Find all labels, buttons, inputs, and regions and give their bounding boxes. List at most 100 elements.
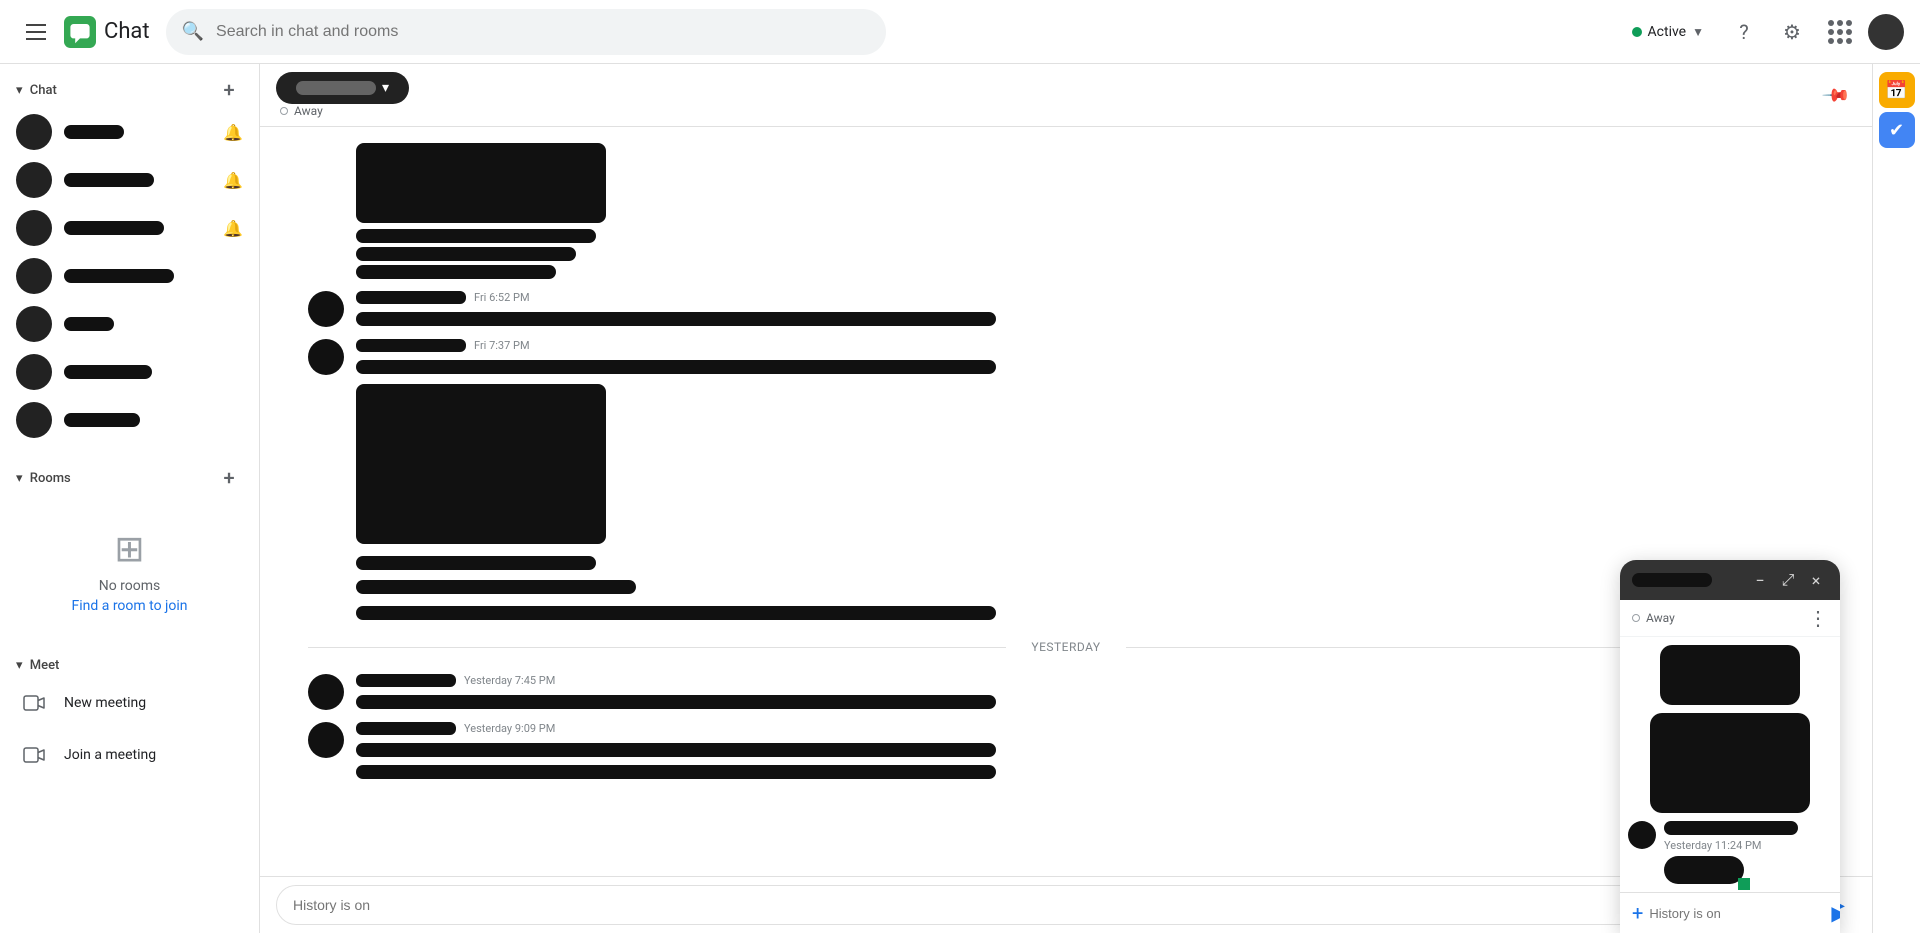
help-icon: ? [1739,20,1748,44]
popup-message-row: Yesterday 11:24 PM [1628,821,1832,884]
message-content: Yesterday 9:09 PM [356,722,1824,779]
chat-item[interactable] [0,252,259,300]
message-bar [356,743,996,757]
message-avatar [308,674,344,710]
gear-icon: ⚙ [1783,20,1801,44]
message-bar [356,606,996,620]
message-bar [356,580,636,594]
popup-title [1632,573,1712,587]
chevron-icon: ▾ [16,471,23,486]
new-meeting-icon [16,685,52,721]
tasks-icon: ✔ [1889,120,1904,141]
message-image [356,384,606,544]
join-meeting-item[interactable]: Join a meeting [0,729,259,781]
message-avatar [308,291,344,327]
popup-close-button[interactable]: × [1804,568,1828,592]
join-meeting-label: Join a meeting [64,747,156,763]
grid-icon [1828,20,1852,44]
popup-minimize-button[interactable]: − [1748,568,1772,592]
chevron-down-icon: ▼ [1692,25,1704,39]
active-status-button[interactable]: Active ▼ [1620,18,1716,46]
top-nav: Chat 🔍 Active ▼ ? ⚙ [0,0,1920,64]
popup-fullscreen-button[interactable]: ⤢ [1776,568,1800,592]
side-icons: 📅 ✔ [1872,64,1920,933]
calendar-side-button[interactable]: 📅 [1879,72,1915,108]
chat-item[interactable] [0,348,259,396]
chat-name [64,125,124,139]
avatar [16,162,52,198]
message-content: Yesterday 7:45 PM [356,674,1824,709]
contact-name-button[interactable]: ▾ [276,72,409,104]
rooms-section-header: ▾ Rooms + [0,452,259,496]
message-header: Fri 7:37 PM [356,339,1824,352]
chat-name [64,173,154,187]
find-room-link[interactable]: Find a room to join [71,598,187,614]
message-bar [356,312,996,326]
message-content: Fri 6:52 PM [356,291,1824,326]
chat-item[interactable]: 🔔 [0,204,259,252]
message-row: Yesterday 9:09 PM [308,722,1824,779]
message-input[interactable] [276,885,1652,925]
message-block [356,606,1824,620]
rooms-section-label: ▾ Rooms [16,471,71,486]
message-sender [356,291,466,304]
notification-bell-icon: 🔔 [223,171,243,190]
menu-button[interactable] [16,12,56,52]
meet-section-header: ▾ Meet [0,646,259,677]
meet-section-label: ▾ Meet [16,658,59,673]
message-content: Fri 7:37 PM [356,339,1824,594]
message-time: Fri 7:37 PM [474,339,530,352]
message-bar [356,247,576,261]
help-button[interactable]: ? [1724,12,1764,52]
new-meeting-label: New meeting [64,695,146,711]
message-avatar [308,339,344,375]
message-bar [356,765,996,779]
add-chat-button[interactable]: + [215,76,243,104]
popup-away-label: Away [1646,611,1675,625]
pin-icon: 📌 [1821,80,1852,111]
chat-name [64,269,174,283]
calendar-icon: 📅 [1885,80,1907,101]
chevron-icon: ▾ [16,83,23,98]
nav-right: Active ▼ ? ⚙ [1620,12,1904,52]
popup-message-block [1660,645,1800,705]
popup-message-input[interactable] [1649,906,1825,921]
message-time: Yesterday 7:45 PM [464,674,555,687]
message-bar [356,229,596,243]
apps-button[interactable] [1820,12,1860,52]
chevron-down-icon: ▾ [382,80,389,96]
message-header: Fri 6:52 PM [356,291,1824,304]
search-bar[interactable]: 🔍 [166,9,886,55]
chat-name [64,221,164,235]
popup-add-button[interactable]: + [1632,901,1643,925]
chat-item[interactable] [0,396,259,444]
avatar[interactable] [1868,14,1904,50]
popup-more-button[interactable]: ⋮ [1808,606,1828,630]
no-rooms-text: No rooms [99,578,161,594]
new-meeting-item[interactable]: New meeting [0,677,259,729]
chat-item[interactable]: 🔔 [0,156,259,204]
away-label: Away [294,104,323,118]
away-status: Away [280,104,409,118]
chat-name [64,365,152,379]
chat-item[interactable]: 🔔 [0,108,259,156]
popup-away-dot [1632,614,1640,622]
message-row: Fri 7:37 PM [308,339,1824,594]
popup-messages[interactable]: Yesterday 11:24 PM [1620,637,1840,892]
add-room-button[interactable]: + [215,464,243,492]
popup-message-bar [1664,821,1798,835]
active-label: Active [1648,24,1687,40]
pin-button[interactable]: 📌 [1816,75,1856,115]
message-time: Yesterday 9:09 PM [464,722,555,735]
sidebar: ▾ Chat + 🔔 🔔 🔔 [0,64,260,933]
avatar [16,210,52,246]
popup-bubble [1664,856,1744,884]
message-bar [356,265,556,279]
search-input[interactable] [216,23,870,41]
tasks-side-button[interactable]: ✔ [1879,112,1915,148]
popup-send-button[interactable]: ▶ [1831,901,1840,925]
notification-bell-icon: 🔔 [223,219,243,238]
chat-item[interactable] [0,300,259,348]
settings-button[interactable]: ⚙ [1772,12,1812,52]
popup-header: − ⤢ × [1620,560,1840,600]
